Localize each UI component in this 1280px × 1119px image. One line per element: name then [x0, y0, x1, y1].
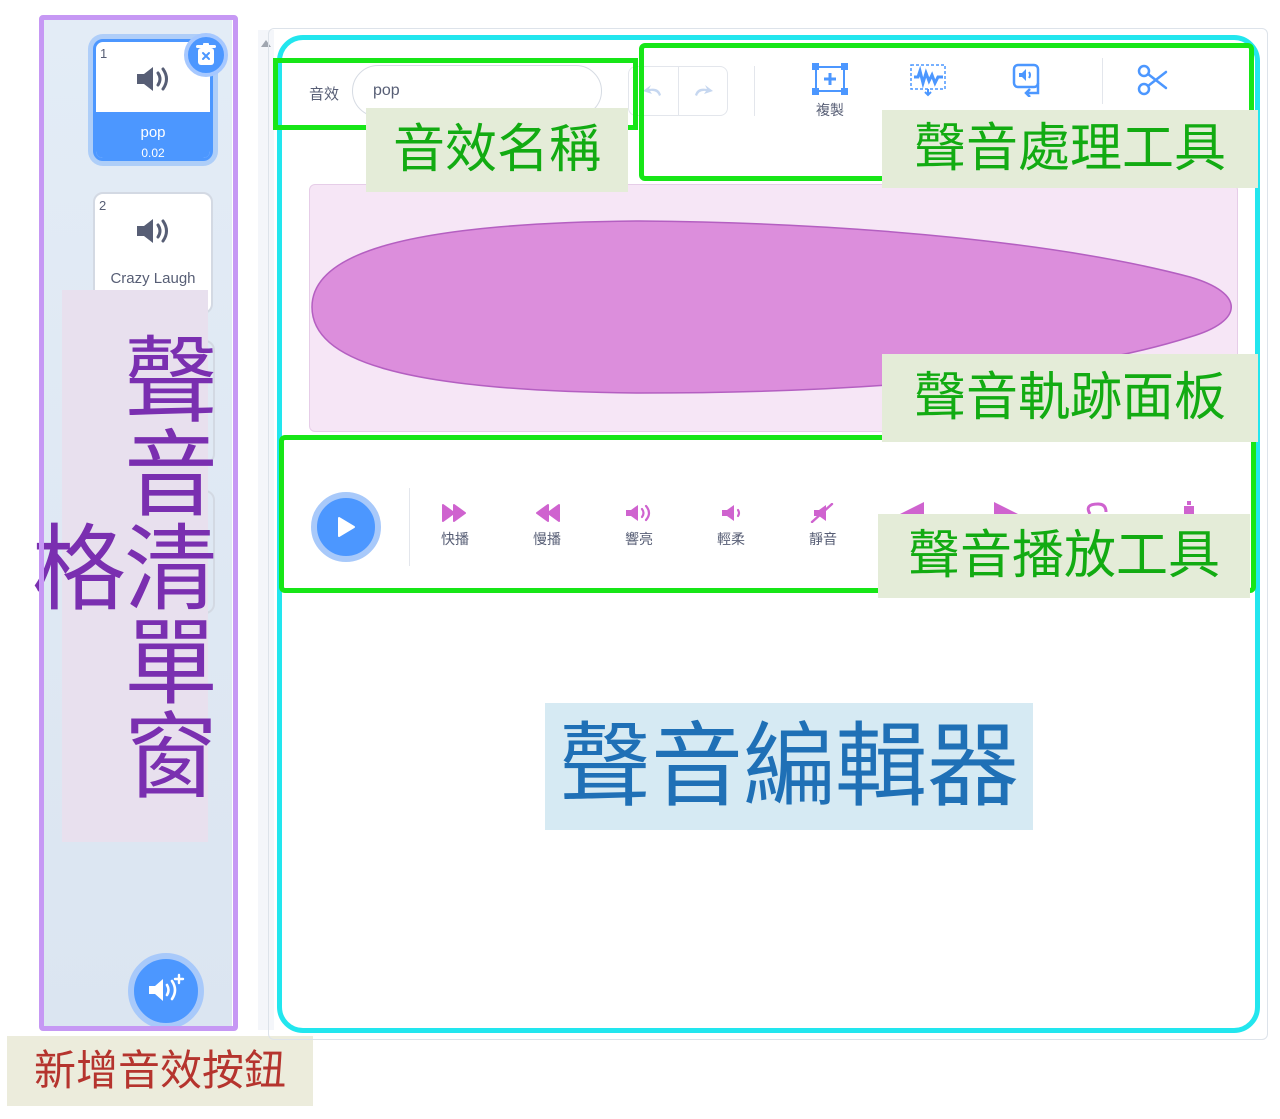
speaker-icon	[95, 216, 211, 251]
toolbar-divider	[754, 66, 755, 116]
playback-tools-callout: 聲音播放工具	[878, 514, 1250, 598]
sound-tile-name: pop	[140, 124, 166, 141]
copy-button[interactable]: 複製	[805, 62, 855, 120]
paste-button[interactable]	[908, 63, 948, 101]
redo-icon	[694, 85, 713, 96]
screenshot-root: 1 pop 0.02 2 Crazy Laugh 聲音清單窗格 新增音效按鈕 音…	[0, 0, 1280, 1119]
effect-faster-button[interactable]: 快播	[425, 503, 485, 549]
undo-button[interactable]	[629, 67, 678, 115]
delete-selection-button[interactable]	[1133, 63, 1173, 101]
copy-to-new-icon	[1012, 63, 1040, 97]
mute-icon	[810, 503, 834, 523]
add-sound-callout: 新增音效按鈕	[7, 1036, 313, 1106]
paste-icon	[910, 64, 946, 97]
effect-label: 快播	[441, 531, 469, 547]
undo-icon	[643, 85, 662, 96]
play-button[interactable]	[311, 492, 381, 562]
sound-tile-index: 1	[100, 46, 108, 61]
delete-sound-button[interactable]	[184, 33, 228, 77]
scissors-icon	[1137, 64, 1168, 96]
effect-label: 輕柔	[717, 531, 745, 547]
slower-icon	[536, 504, 560, 522]
sound-tile-duration: 0.02	[141, 146, 165, 160]
undo-redo-group	[628, 66, 728, 116]
effect-label: 靜音	[809, 531, 837, 547]
copy-label: 複製	[816, 102, 844, 118]
effect-softer-button[interactable]: 輕柔	[701, 503, 761, 549]
faster-icon	[442, 504, 466, 522]
sound-tile-name: Crazy Laugh	[110, 270, 196, 287]
add-sound-icon	[149, 973, 185, 1001]
trash-icon	[196, 43, 216, 65]
effect-label: 慢播	[533, 531, 561, 547]
effect-mute-button[interactable]: 靜音	[793, 503, 853, 549]
effect-slower-button[interactable]: 慢播	[517, 503, 577, 549]
playback-divider	[409, 488, 410, 566]
effect-louder-button[interactable]: 響亮	[609, 503, 669, 549]
sound-name-callout: 音效名稱	[366, 108, 628, 192]
softer-icon	[722, 505, 741, 521]
copy-icon	[812, 63, 848, 95]
copy-to-new-button[interactable]	[1006, 63, 1046, 101]
toolbar-divider	[1102, 58, 1103, 104]
sound-list-callout: 聲音清單窗格	[16, 290, 217, 842]
louder-icon	[626, 504, 651, 522]
sound-editor-callout: 聲音編輯器	[545, 703, 1033, 830]
effect-label: 響亮	[625, 531, 653, 547]
track-panel-callout: 聲音軌跡面板	[882, 354, 1258, 442]
play-icon	[338, 517, 355, 537]
redo-button[interactable]	[677, 67, 728, 115]
processing-tools-callout: 聲音處理工具	[882, 110, 1258, 188]
add-sound-button[interactable]	[128, 953, 204, 1029]
sound-tile-index: 2	[99, 198, 107, 213]
sound-name-label: 音效	[309, 86, 340, 103]
